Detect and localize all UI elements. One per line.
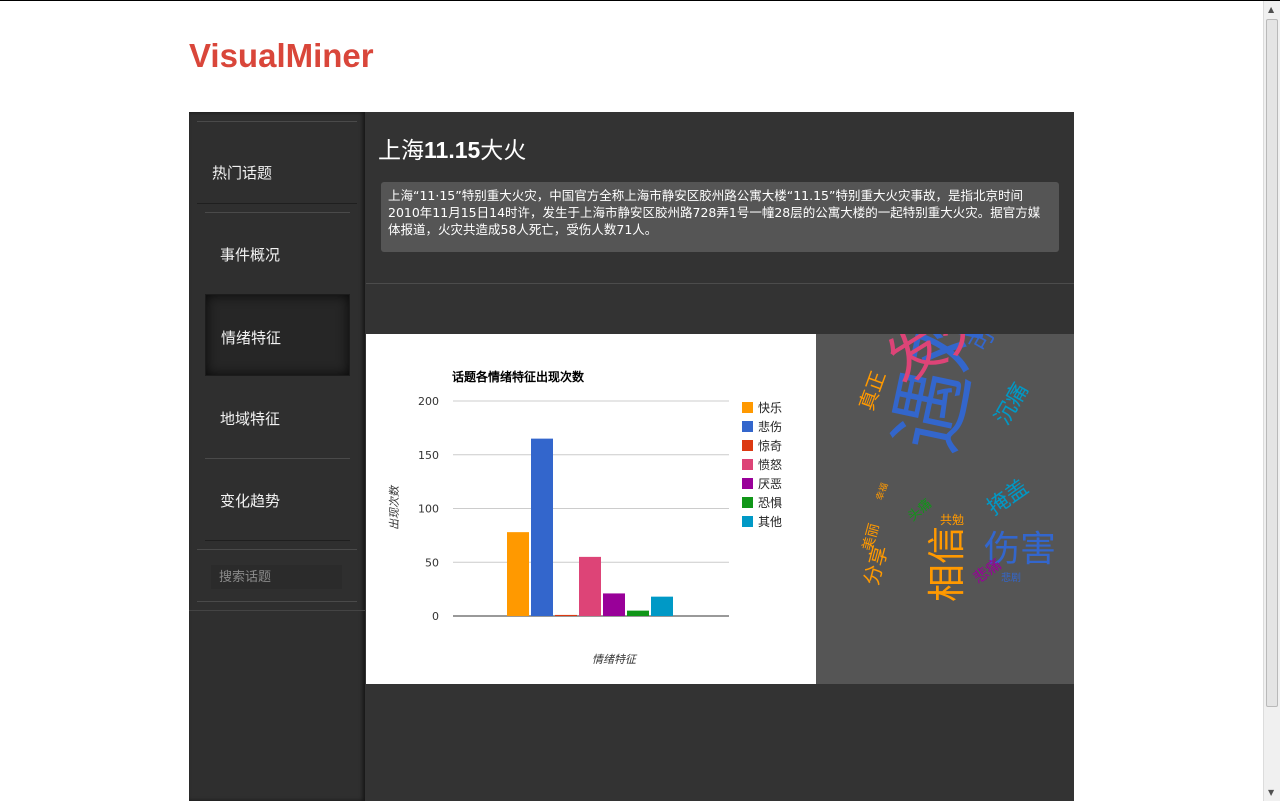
legend-label: 惊奇 — [758, 438, 782, 453]
cloud-word: 头痛 — [905, 496, 935, 525]
word-cloud-panel: 遇难发火伤害相信可怜沉痛掩盖真正分享共勉美丽悲痛头痛悲剧幸福 — [816, 334, 1074, 684]
divider — [197, 549, 357, 550]
sidebar-item-emotion-features[interactable]: 情绪特征 — [205, 294, 350, 376]
divider — [197, 601, 357, 602]
legend-label: 愤怒 — [758, 457, 782, 472]
legend-label: 厌恶 — [758, 477, 782, 491]
cloud-word: 悲剧 — [1001, 573, 1021, 584]
legend-swatch — [742, 440, 753, 451]
legend-swatch — [742, 459, 753, 470]
bar-4[interactable] — [579, 556, 601, 616]
app-container: 热门话题 事件概况 情绪特征 地域特征 变化趋势 上海11.15大火 上海“11… — [189, 112, 1074, 801]
scroll-up-arrow-icon[interactable]: ▲ — [1268, 5, 1274, 14]
legend-label: 其他 — [758, 515, 782, 529]
divider — [189, 610, 365, 611]
cloud-word: 幸福 — [875, 481, 891, 503]
legend-swatch — [742, 402, 753, 413]
sidebar-item-label: 事件概况 — [220, 246, 281, 264]
divider — [197, 203, 357, 204]
event-description: 上海“11·15”特别重大火灾，中国官方全称上海市静安区胶州路公寓大楼“11.1… — [381, 182, 1059, 252]
y-axis-label: 出现次数 — [388, 484, 401, 530]
vertical-scrollbar[interactable]: ▲ ▼ — [1263, 1, 1280, 801]
legend-swatch — [742, 478, 753, 489]
divider — [366, 283, 1074, 284]
bar-1[interactable] — [507, 532, 529, 616]
x-axis-label: 情绪特征 — [592, 653, 638, 666]
legend-label: 悲伤 — [758, 419, 782, 434]
legend-swatch — [742, 516, 753, 527]
bar-6[interactable] — [627, 610, 649, 616]
cloud-word: 相信 — [925, 525, 969, 602]
sidebar-item-regional-features[interactable]: 地域特征 — [205, 377, 350, 457]
divider — [205, 540, 350, 541]
scroll-down-arrow-icon[interactable]: ▼ — [1268, 788, 1274, 797]
bar-5[interactable] — [603, 593, 625, 616]
legend-swatch — [742, 421, 753, 432]
y-tick-label: 200 — [418, 395, 439, 408]
emotion-bar-chart: 话题各情绪特征出现次数 情绪特征 出现次数 0 50 100 150 200 快乐悲伤惊… — [388, 369, 782, 666]
legend-label: 恐惧 — [758, 495, 782, 510]
emotion-chart-panel: 话题各情绪特征出现次数 情绪特征 出现次数 0 50 100 150 200 快乐悲伤惊… — [366, 334, 816, 684]
cloud-word: 掩盖 — [982, 475, 1034, 521]
brand-logo[interactable]: VisualMiner — [189, 37, 374, 75]
y-tick-label: 0 — [432, 610, 439, 623]
scroll-thumb[interactable] — [1266, 19, 1278, 707]
sidebar-item-label: 变化趋势 — [220, 492, 281, 510]
sidebar-item-label: 热门话题 — [212, 164, 273, 182]
sidebar-item-trends[interactable]: 变化趋势 — [205, 459, 350, 539]
search-topic-input[interactable] — [211, 565, 342, 589]
cloud-word: 沉痛 — [990, 378, 1034, 430]
chart-title: 话题各情绪特征出现次数 — [452, 369, 585, 384]
bar-2[interactable] — [531, 438, 553, 616]
sidebar-item-overview[interactable]: 事件概况 — [205, 213, 350, 293]
legend-label: 快乐 — [758, 401, 782, 415]
sidebar: 热门话题 事件概况 情绪特征 地域特征 变化趋势 — [189, 112, 365, 801]
bar-7[interactable] — [651, 596, 673, 616]
cloud-word: 共勉 — [940, 513, 965, 527]
y-tick-label: 150 — [418, 449, 439, 462]
y-tick-label: 100 — [418, 503, 439, 516]
sidebar-item-label: 情绪特征 — [221, 329, 282, 347]
sidebar-item-hot-topics[interactable]: 热门话题 — [197, 122, 357, 202]
bar-3[interactable] — [555, 614, 577, 616]
legend-swatch — [742, 497, 753, 508]
cloud-word: 悲痛 — [969, 555, 1005, 588]
sidebar-item-label: 地域特征 — [220, 410, 281, 428]
y-tick-label: 50 — [425, 556, 439, 569]
page-title: 上海11.15大火 — [378, 137, 527, 164]
